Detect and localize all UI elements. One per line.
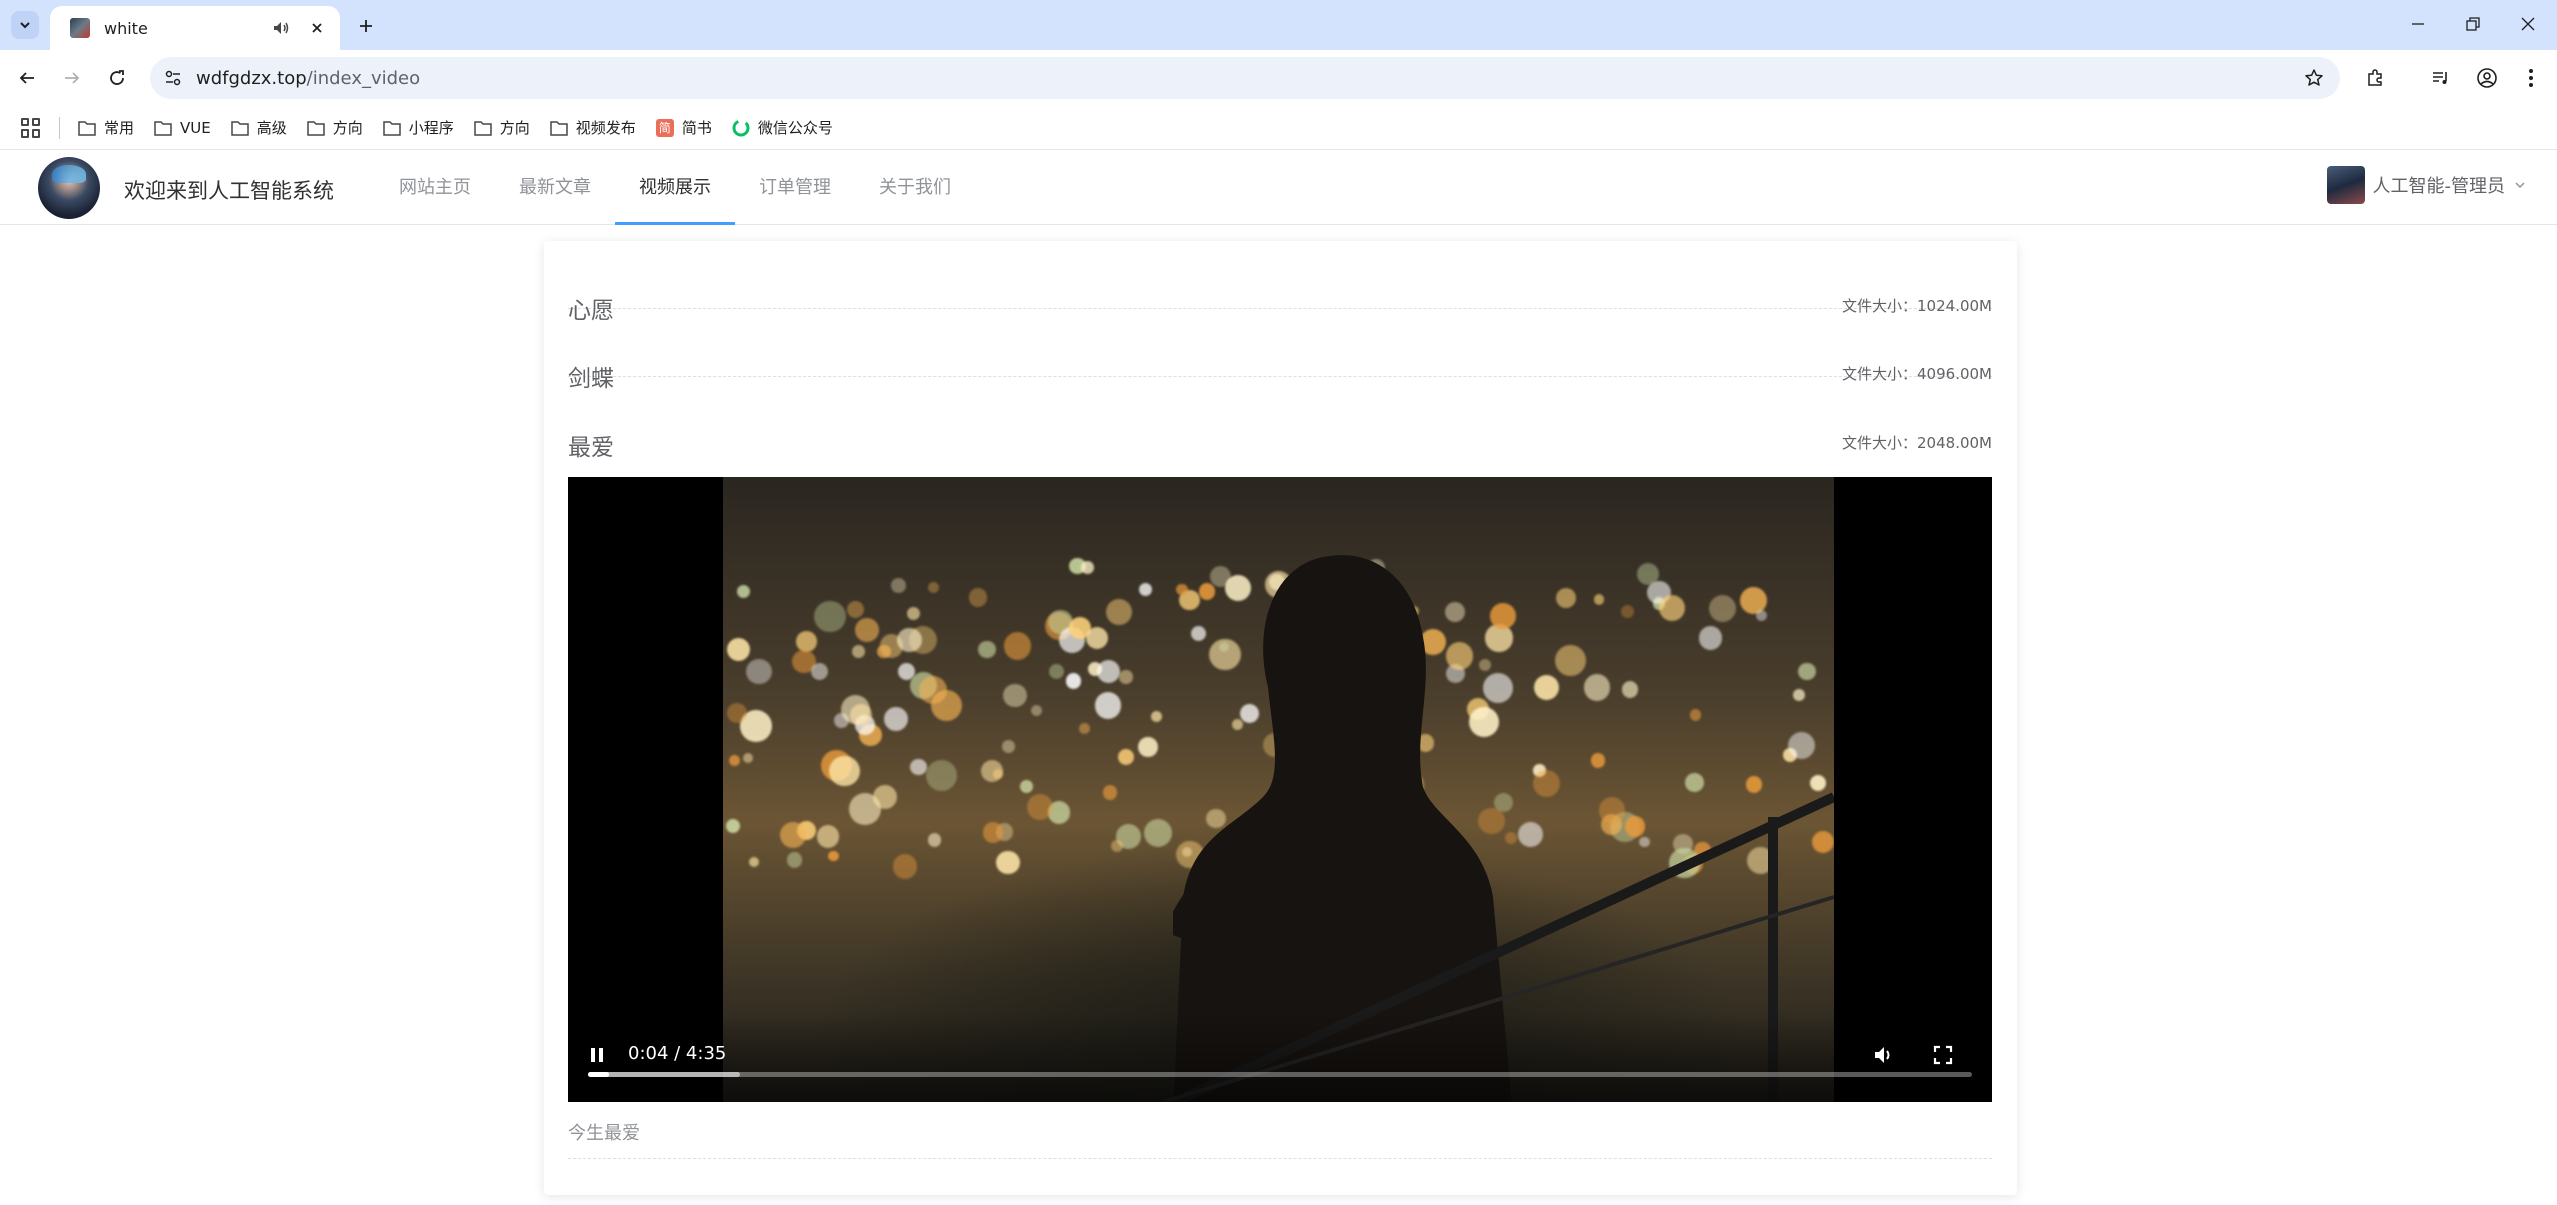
bookmarks-divider bbox=[59, 116, 60, 139]
bookmark-label: 视频发布 bbox=[575, 119, 636, 137]
bookmark-link[interactable]: 简简书 bbox=[655, 117, 712, 138]
bookmark-folder[interactable]: 方向 bbox=[474, 117, 530, 138]
player-controls: 0:04 / 4:35 bbox=[568, 1012, 1992, 1102]
video-list-item[interactable]: 心愿 文件大小：1024.00M bbox=[568, 241, 1992, 324]
bookmark-label: 高级 bbox=[256, 119, 287, 137]
bookmark-folder[interactable]: 视频发布 bbox=[550, 117, 636, 138]
bookmark-folder[interactable]: 小程序 bbox=[383, 117, 454, 138]
close-icon bbox=[2521, 17, 2535, 31]
pause-button[interactable] bbox=[582, 1040, 612, 1070]
jianshu-icon-glyph: 简 bbox=[655, 118, 674, 137]
video-description: 今生最爱 bbox=[568, 1119, 1992, 1159]
video-list-item[interactable]: 剑蝶 文件大小：4096.00M bbox=[568, 309, 1992, 392]
close-window-button[interactable] bbox=[2506, 8, 2550, 40]
bookmark-star-icon[interactable] bbox=[2302, 66, 2326, 90]
wechat-icon bbox=[732, 119, 750, 137]
more-options-button[interactable] bbox=[1988, 1040, 1992, 1070]
bookmark-label: 方向 bbox=[332, 119, 363, 137]
site-info-icon[interactable] bbox=[158, 63, 188, 93]
site-logo[interactable] bbox=[38, 157, 100, 219]
bookmark-folder[interactable]: 方向 bbox=[307, 117, 363, 138]
video-time: 0:04 / 4:35 bbox=[628, 1043, 727, 1064]
bookmark-folder[interactable]: 高级 bbox=[230, 117, 287, 138]
profile-icon[interactable] bbox=[2472, 63, 2502, 93]
minimize-icon bbox=[2412, 23, 2424, 25]
plus-icon bbox=[360, 20, 372, 32]
menu-item-orders[interactable]: 订单管理 bbox=[735, 151, 855, 225]
minimize-button[interactable] bbox=[2396, 8, 2440, 40]
jianshu-icon: 简 bbox=[655, 118, 674, 137]
tab-search-button[interactable] bbox=[11, 11, 39, 39]
folder-icon bbox=[307, 120, 325, 136]
restore-icon bbox=[2466, 17, 2480, 31]
main-menu: 网站主页 最新文章 视频展示 订单管理 关于我们 bbox=[375, 151, 975, 225]
address-bar[interactable]: wdfgdzx.top/index_video bbox=[150, 57, 2340, 99]
menu-item-about[interactable]: 关于我们 bbox=[855, 151, 975, 225]
video-title: 最爱 bbox=[568, 435, 614, 461]
back-button[interactable] bbox=[11, 62, 43, 94]
user-dropdown[interactable]: 人工智能-管理员 bbox=[2326, 166, 2528, 204]
bookmark-label: VUE bbox=[180, 118, 211, 137]
video-player[interactable]: 0:04 / 4:35 bbox=[568, 477, 1992, 1102]
video-list-item[interactable]: 最爱 文件大小：2048.00M bbox=[568, 378, 1992, 461]
kebab-menu-icon[interactable] bbox=[2516, 63, 2546, 93]
video-buffered-bar bbox=[588, 1072, 741, 1077]
tab-title: white bbox=[104, 18, 148, 38]
reload-icon bbox=[110, 70, 124, 85]
fullscreen-button[interactable] bbox=[1928, 1040, 1958, 1070]
url-path: /index_video bbox=[306, 68, 421, 89]
arrow-right-icon bbox=[65, 72, 80, 84]
railing-graphic bbox=[1162, 792, 1834, 1102]
reload-button[interactable] bbox=[101, 62, 133, 94]
folder-icon bbox=[550, 120, 568, 136]
folder-icon bbox=[78, 120, 96, 136]
bookmark-label: 常用 bbox=[104, 119, 135, 137]
chevron-down-icon bbox=[2513, 178, 2527, 192]
bookmark-label: 简书 bbox=[681, 119, 712, 137]
browser-toolbar: wdfgdzx.top/index_video bbox=[0, 50, 2557, 106]
folder-icon bbox=[154, 120, 172, 136]
video-played-bar bbox=[588, 1072, 609, 1077]
close-icon[interactable] bbox=[306, 17, 328, 39]
video-frame bbox=[723, 477, 1834, 1102]
site-title: 欢迎来到人工智能系统 bbox=[124, 179, 334, 203]
bookmark-label: 方向 bbox=[499, 119, 530, 137]
video-file-size: 文件大小：2048.00M bbox=[1842, 434, 1992, 452]
bookmark-link[interactable]: 微信公众号 bbox=[732, 117, 833, 138]
browser-tabstrip: white bbox=[0, 0, 2557, 50]
speaker-icon[interactable] bbox=[270, 17, 292, 39]
volume-button[interactable] bbox=[1868, 1040, 1898, 1070]
restore-button[interactable] bbox=[2451, 8, 2495, 40]
menu-item-home[interactable]: 网站主页 bbox=[375, 151, 495, 225]
bookmark-label: 小程序 bbox=[408, 119, 454, 137]
chevron-down-icon bbox=[20, 22, 30, 29]
extensions-icon[interactable] bbox=[2360, 63, 2390, 93]
menu-item-videos[interactable]: 视频展示 bbox=[615, 151, 735, 225]
arrow-left-icon bbox=[19, 72, 34, 84]
browser-tab-active[interactable]: white bbox=[50, 6, 340, 50]
new-tab-button[interactable] bbox=[352, 12, 380, 40]
volume-icon bbox=[1875, 1047, 1890, 1063]
bookmark-label: 微信公众号 bbox=[757, 119, 833, 137]
video-progress-bar[interactable] bbox=[588, 1072, 1972, 1077]
pause-icon bbox=[591, 1048, 603, 1062]
video-card: 心愿 文件大小：1024.00M 剑蝶 文件大小：4096.00M 最爱 文件大… bbox=[544, 241, 2017, 1195]
site-header: 欢迎来到人工智能系统 网站主页 最新文章 视频展示 订单管理 关于我们 人工智能… bbox=[0, 151, 2557, 225]
folder-icon bbox=[474, 120, 492, 136]
url-text[interactable]: wdfgdzx.top/index_video bbox=[196, 68, 420, 89]
folder-icon bbox=[383, 120, 401, 136]
fullscreen-icon bbox=[1933, 1045, 1953, 1065]
tab-favicon-icon bbox=[70, 18, 90, 38]
menu-item-articles[interactable]: 最新文章 bbox=[495, 151, 615, 225]
avatar bbox=[2326, 166, 2365, 204]
folder-icon bbox=[230, 120, 249, 136]
bookmarks-bar: 常用 VUE 高级 方向 小程序 方向 视频发布 简简书 微信公众号 bbox=[0, 106, 2557, 150]
bookmark-folder[interactable]: VUE bbox=[154, 119, 211, 137]
forward-button[interactable] bbox=[56, 62, 88, 94]
bookmark-folder[interactable]: 常用 bbox=[78, 117, 134, 138]
user-name: 人工智能-管理员 bbox=[2372, 176, 2506, 197]
apps-grid-icon[interactable] bbox=[21, 117, 41, 138]
media-control-icon[interactable] bbox=[2426, 63, 2456, 93]
url-host: wdfgdzx.top bbox=[196, 68, 307, 89]
